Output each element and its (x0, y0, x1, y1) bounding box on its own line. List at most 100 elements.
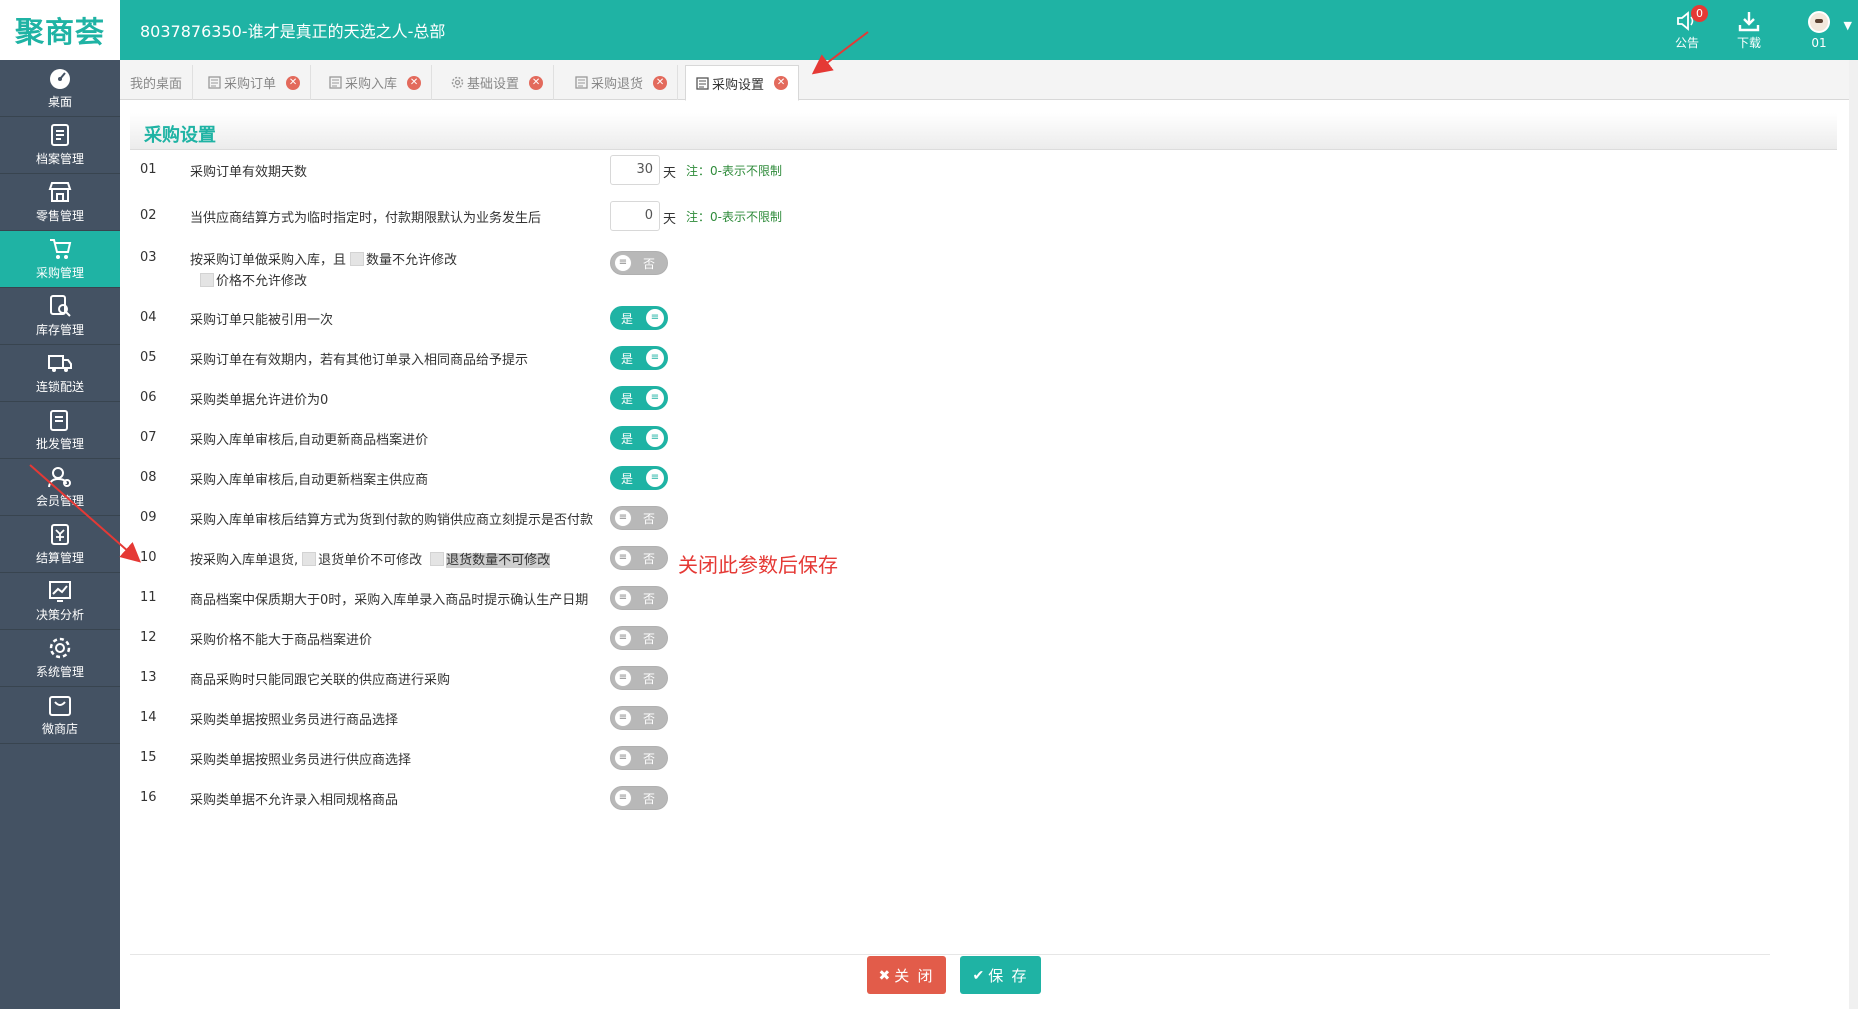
toggle-switch[interactable]: ≡ 否 (610, 746, 668, 770)
row-label: 采购入库单审核后结算方式为货到付款的购销供应商立刻提示是否付款 (190, 513, 594, 528)
toggle-switch[interactable]: 是 ≡ (610, 306, 668, 330)
close-icon[interactable]: ✕ (774, 76, 789, 90)
sidebar-item-member[interactable]: 会员管理 (0, 459, 120, 516)
note-text: 注：0-表示不限制 (686, 210, 782, 224)
toggle-switch[interactable]: ≡ 否 (610, 626, 668, 650)
document-icon (208, 76, 221, 89)
dashboard-icon (50, 69, 70, 89)
document-icon (696, 76, 709, 90)
chevron-down-icon: ▼ (1843, 19, 1852, 32)
page-title: 采购设置 (144, 125, 216, 146)
label-text: 退货单价不可修改 (318, 553, 423, 568)
toggle-switch[interactable]: ≡ 否 (610, 506, 668, 530)
close-icon[interactable]: ✕ (407, 75, 422, 90)
sidebar-item-purchase[interactable]: 采购管理 (0, 231, 120, 288)
sidebar-item-inventory[interactable]: 库存管理 (0, 288, 120, 345)
sidebar-item-settlement[interactable]: 结算管理 (0, 516, 120, 573)
toggle-label: 是 (621, 312, 634, 326)
download-button[interactable]: 下载 (1718, 0, 1780, 60)
toggle-switch[interactable]: ≡ 否 (610, 586, 668, 610)
row-label: 采购类单据按照业务员进行商品选择 (190, 713, 399, 728)
row-number: 14 (140, 710, 157, 725)
toggle-switch[interactable]: ≡ 否 (610, 786, 668, 810)
scrollbar[interactable] (1849, 60, 1858, 1009)
row-label: 采购类单据按照业务员进行供应商选择 (190, 753, 412, 768)
sidebar-item-retail[interactable]: 零售管理 (0, 174, 120, 231)
sidebar-item-label: 会员管理 (35, 494, 84, 508)
tab-my-desktop[interactable]: 我的桌面 (120, 65, 194, 100)
save-button-label: 保 存 (988, 967, 1029, 985)
annotation-text: 关闭此参数后保存 (678, 553, 838, 577)
row-number: 16 (140, 790, 157, 805)
inventory-icon (50, 295, 71, 317)
toggle-knob-icon: ≡ (614, 589, 632, 607)
sidebar-item-label: 微商店 (41, 722, 78, 736)
toggle-switch[interactable]: ≡ 否 (610, 546, 668, 570)
sidebar-item-label: 桌面 (47, 95, 72, 109)
row-label: 当供应商结算方式为临时指定时，付款期限默认为业务发生后 (190, 211, 542, 226)
tab-basic-settings[interactable]: 基础设置 ✕ (441, 65, 555, 100)
logo: 聚商荟 (0, 0, 120, 60)
user-menu[interactable]: 01 ▼ (1780, 0, 1858, 60)
checkbox[interactable] (302, 552, 317, 566)
label-text: 按采购入库单退货, (190, 553, 299, 568)
toggle-label: 是 (621, 472, 634, 486)
toggle-switch[interactable]: 是 ≡ (610, 466, 668, 490)
user-label: 01 (1811, 35, 1827, 50)
sidebar-item-desktop[interactable]: 桌面 (0, 60, 120, 117)
sidebar-item-wholesale[interactable]: 批发管理 (0, 402, 120, 459)
toggle-knob-icon: ≡ (646, 349, 664, 367)
row-label: 采购类单据允许进价为0 (190, 393, 329, 408)
checkbox[interactable] (200, 273, 214, 287)
cart-icon (50, 239, 72, 259)
toggle-label: 否 (642, 552, 655, 566)
toggle-switch[interactable]: 是 ≡ (610, 426, 668, 450)
toggle-switch[interactable]: ≡ 否 (610, 666, 668, 690)
close-button[interactable]: ✖ 关 闭 (867, 956, 946, 994)
tab-bar: 我的桌面 采购订单 ✕ 采购入库 ✕ 基础设置 ✕ 采购退货 ✕ 采购设置 ✕ (120, 60, 1849, 101)
days-input[interactable]: 0 (610, 201, 660, 231)
toggle-switch[interactable]: 是 ≡ (610, 346, 668, 370)
close-icon[interactable]: ✕ (653, 75, 668, 90)
sidebar-item-label: 决策分析 (35, 608, 84, 622)
tab-purchase-inbound[interactable]: 采购入库 ✕ (319, 65, 433, 100)
store-icon (48, 182, 72, 202)
close-icon[interactable]: ✕ (529, 75, 544, 90)
row-number: 04 (140, 310, 157, 325)
tab-purchase-order[interactable]: 采购订单 ✕ (198, 65, 312, 100)
row-label: 采购订单有效期天数 (190, 165, 308, 180)
document-icon (329, 76, 342, 89)
top-actions: 公告 0 下载 01 ▼ (1656, 0, 1858, 60)
tab-purchase-return[interactable]: 采购退货 ✕ (565, 65, 679, 100)
tab-label: 基础设置 (467, 77, 520, 92)
app-title: 8037876350-谁才是真正的天选之人-总部 (140, 22, 446, 41)
toggle-knob-icon: ≡ (646, 309, 664, 327)
toggle-knob-icon: ≡ (614, 789, 632, 807)
sidebar-item-system[interactable]: 系统管理 (0, 630, 120, 687)
shop-bag-icon (49, 696, 71, 716)
notice-badge: 0 (1691, 5, 1708, 22)
row-number: 01 (140, 162, 157, 177)
days-input[interactable]: 30 (610, 155, 660, 185)
toggle-switch[interactable]: ≡ 否 (610, 706, 668, 730)
save-button[interactable]: ✔ 保 存 (960, 956, 1041, 994)
close-icon[interactable]: ✕ (286, 75, 301, 90)
chart-icon (49, 581, 71, 602)
sidebar-item-micro-shop[interactable]: 微商店 (0, 687, 120, 744)
tab-label: 采购订单 (224, 77, 277, 92)
notice-button[interactable]: 公告 0 (1656, 0, 1718, 60)
sidebar-item-archive[interactable]: 档案管理 (0, 117, 120, 174)
sidebar-item-label: 采购管理 (35, 266, 84, 280)
row-label: 采购订单只能被引用一次 (190, 313, 334, 328)
checkbox[interactable] (350, 252, 365, 266)
toggle-knob-icon: ≡ (614, 749, 632, 767)
tab-purchase-settings[interactable]: 采购设置 ✕ (685, 65, 800, 101)
row-number: 06 (140, 390, 157, 405)
toggle-knob-icon: ≡ (614, 549, 632, 567)
sidebar-item-chain-delivery[interactable]: 连锁配送 (0, 345, 120, 402)
checkbox[interactable] (430, 552, 445, 566)
annotation-arrows (29, 31, 869, 563)
sidebar-item-analysis[interactable]: 决策分析 (0, 573, 120, 630)
toggle-switch[interactable]: 是 ≡ (610, 386, 668, 410)
toggle-switch[interactable]: ≡ 否 (610, 251, 668, 275)
